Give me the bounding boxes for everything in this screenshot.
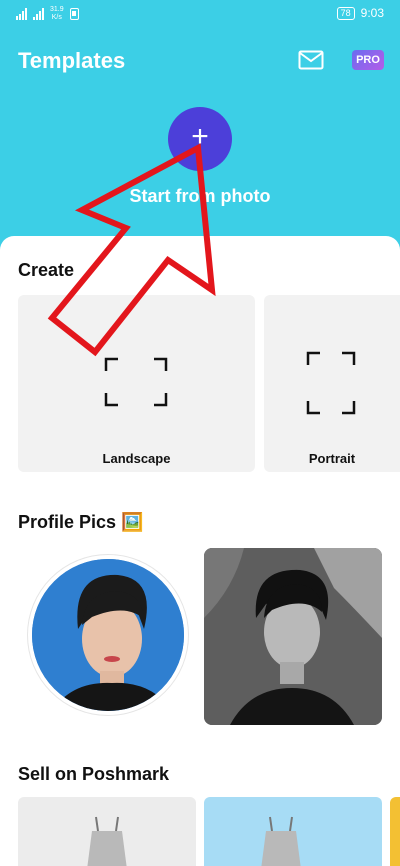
dress-product-image <box>261 816 301 866</box>
pro-badge-button[interactable]: PRO <box>352 50 384 70</box>
landscape-frame-icon <box>104 357 168 407</box>
battery-indicator: 78 <box>336 6 355 20</box>
mail-icon[interactable] <box>298 50 324 70</box>
clock: 9:03 <box>360 6 384 20</box>
section-title-sell-on-poshmark: Sell on Poshmark <box>18 764 170 784</box>
portrait-label: Portrait <box>308 451 356 466</box>
portrait-frame-icon <box>306 351 356 415</box>
profile-pic-template-circle[interactable] <box>28 555 188 715</box>
portrait-photo-circle <box>32 559 184 711</box>
status-bar: 31.9 K/s 78 9:03 <box>0 0 400 30</box>
section-title-create: Create <box>18 260 75 280</box>
dress-product-image <box>87 816 127 866</box>
profile-pic-template-square[interactable] <box>204 548 382 725</box>
start-from-photo-button[interactable]: + <box>168 107 232 171</box>
start-from-photo-label: Start from photo <box>129 186 271 206</box>
signal-icon <box>16 8 27 20</box>
landscape-label: Landscape <box>102 451 171 466</box>
wifi-signal-icon <box>33 8 44 20</box>
app-header: Templates PRO <box>0 40 400 90</box>
poshmark-template-3[interactable] <box>390 797 400 866</box>
sim-card-icon <box>69 8 79 20</box>
portrait-card[interactable]: Portrait <box>264 295 400 472</box>
portrait-photo-bw <box>204 548 382 725</box>
poshmark-template-1[interactable] <box>18 797 196 866</box>
landscape-card[interactable]: Landscape <box>18 295 255 472</box>
poshmark-template-2[interactable] <box>204 797 382 866</box>
section-title-profile-pics: Profile Pics 🖼️ <box>18 512 144 532</box>
net-speed: 31.9 K/s <box>50 6 64 21</box>
page-title: Templates <box>18 48 126 73</box>
